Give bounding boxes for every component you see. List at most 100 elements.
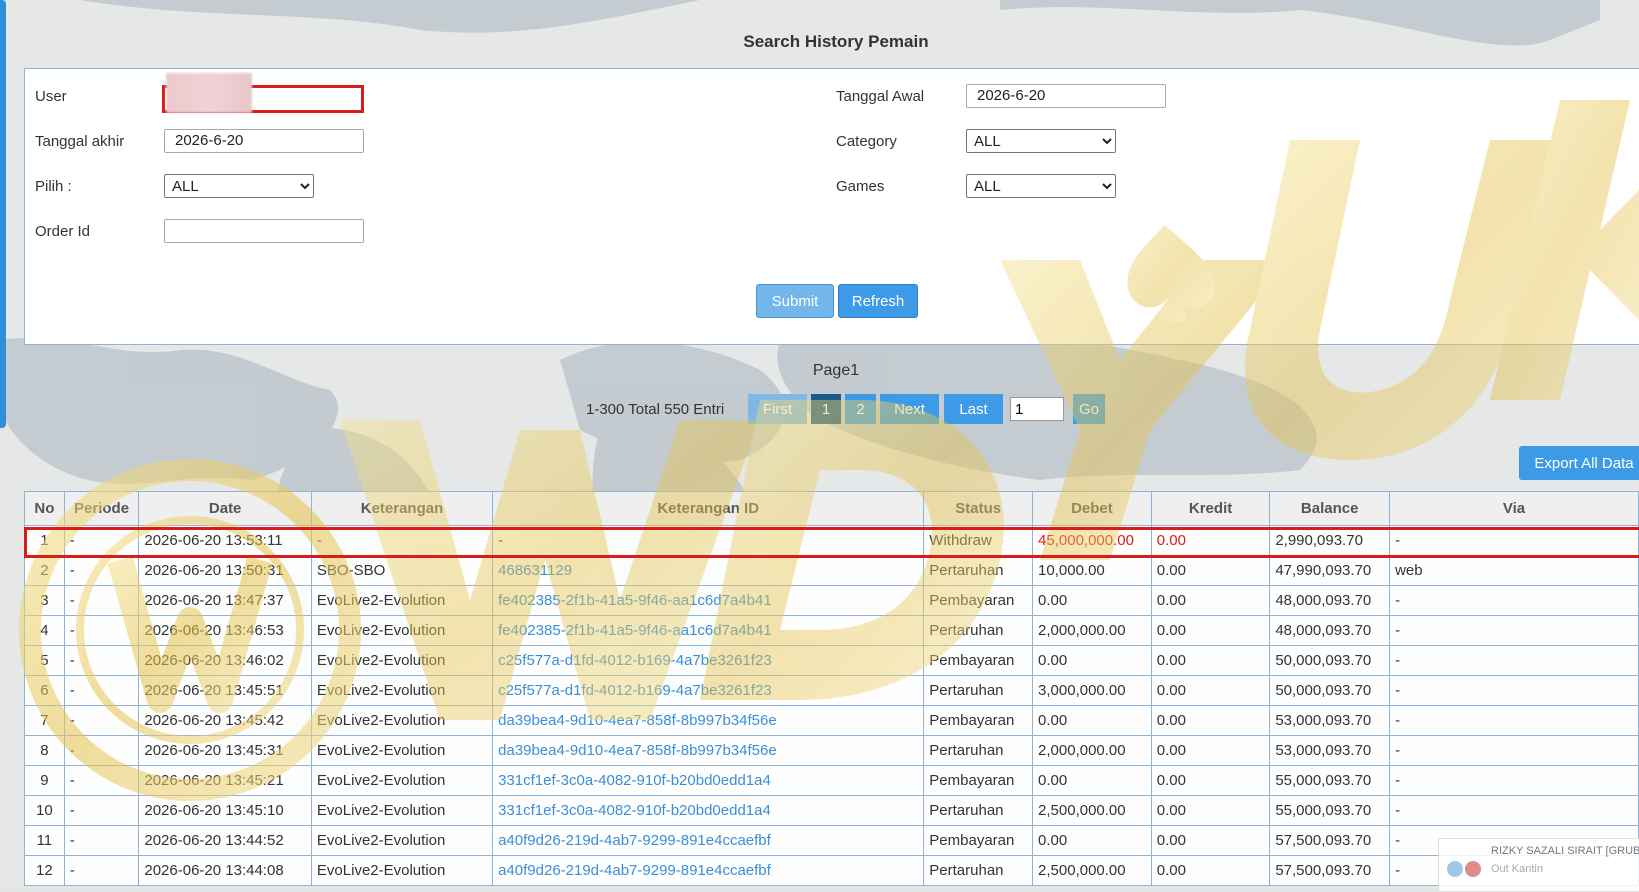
- cell-date: 2026-06-20 13:47:37: [138, 585, 312, 616]
- cell-date: 2026-06-20 13:45:10: [138, 795, 312, 826]
- cell-periode: -: [63, 615, 140, 646]
- cell-date: 2026-06-20 13:50:31: [138, 555, 312, 586]
- cell-keterangan: EvoLive2-Evolution: [310, 705, 494, 736]
- table-row: 7-2026-06-20 13:45:42 EvoLive2-Evolution d…: [24, 705, 1639, 736]
- cell-status: Pertaruhan: [923, 735, 1034, 766]
- left-edge-tab[interactable]: [0, 0, 6, 428]
- cell-status: Pertaruhan: [923, 555, 1034, 586]
- cell-no: 5: [24, 645, 65, 676]
- pager-total-info: 1-300 Total 550 Entri: [586, 401, 725, 418]
- cell-status: Pembayaran: [923, 645, 1034, 676]
- submit-button[interactable]: Submit: [756, 284, 834, 318]
- cell-kredit: 0.00: [1150, 675, 1271, 706]
- cell-balance: 2,990,093.70: [1269, 525, 1391, 556]
- cell-debet: 0.00: [1032, 585, 1152, 616]
- cell-debet: 0.00: [1032, 825, 1152, 856]
- cell-kredit: 0.00: [1150, 735, 1271, 766]
- cell-periode: -: [63, 735, 140, 766]
- cell-keterangan: -: [310, 525, 494, 556]
- export-all-data-button[interactable]: Export All Data: [1519, 446, 1639, 480]
- cell-no: 9: [24, 765, 65, 796]
- cell-status: Pembayaran: [923, 585, 1034, 616]
- cell-via: -: [1389, 735, 1639, 766]
- category-select[interactable]: ALL: [966, 129, 1116, 153]
- pilih-select[interactable]: ALL: [164, 174, 314, 198]
- cell-keterangan-id[interactable]: 331cf1ef-3c0a-4082-910f-b20bd0edd1a4: [492, 765, 925, 796]
- column-header-kredit: Kredit: [1150, 491, 1271, 526]
- cell-keterangan: EvoLive2-Evolution: [310, 675, 494, 706]
- chat-notification[interactable]: RIZKY SAZALI SIRAIT [GRUB Out Kantin: [1438, 838, 1639, 892]
- table-row: 4-2026-06-20 13:46:53 EvoLive2-Evolution f…: [24, 615, 1639, 646]
- cell-no: 3: [24, 585, 65, 616]
- cell-keterangan-id[interactable]: c25f577a-d1fd-4012-b169-4a7be3261f23: [492, 645, 925, 676]
- cell-keterangan: EvoLive2-Evolution: [310, 855, 494, 886]
- games-select[interactable]: ALL: [966, 174, 1116, 198]
- cell-balance: 53,000,093.70: [1269, 705, 1391, 736]
- column-header-date: Date: [138, 491, 312, 526]
- cell-keterangan: EvoLive2-Evolution: [310, 735, 494, 766]
- pager-last-button[interactable]: Last: [944, 394, 1003, 424]
- table-row: 2-2026-06-20 13:50:31 SBO-SBO 468631129 Per…: [24, 555, 1639, 586]
- column-header-status: Status: [923, 491, 1034, 526]
- tanggal-akhir-input[interactable]: [164, 129, 364, 153]
- cell-via: -: [1389, 585, 1639, 616]
- cell-status: Pertaruhan: [923, 615, 1034, 646]
- cell-no: 8: [24, 735, 65, 766]
- cell-debet: 3,000,000.00: [1032, 675, 1152, 706]
- cell-keterangan-id[interactable]: fe402385-2f1b-41a5-9f46-aa1c6d7a4b41: [492, 585, 925, 616]
- cell-kredit: 0.00: [1150, 825, 1271, 856]
- cell-debet: 2,500,000.00: [1032, 855, 1152, 886]
- tanggal-awal-input[interactable]: [966, 84, 1166, 108]
- cell-kredit: 0.00: [1150, 855, 1271, 886]
- column-header-via: Via: [1389, 491, 1639, 526]
- cell-keterangan-id[interactable]: a40f9d26-219d-4ab7-9299-891e4ccaefbf: [492, 855, 925, 886]
- cell-keterangan-id[interactable]: 468631129: [492, 555, 925, 586]
- cell-via: -: [1389, 705, 1639, 736]
- cell-keterangan-id[interactable]: fe402385-2f1b-41a5-9f46-aa1c6d7a4b41: [492, 615, 925, 646]
- order-id-input[interactable]: [164, 219, 364, 243]
- pager-goto-input[interactable]: [1010, 397, 1064, 421]
- table-header-row: No Periode Date Keterangan Keterangan ID Stat…: [24, 491, 1639, 526]
- cell-keterangan: EvoLive2-Evolution: [310, 765, 494, 796]
- cell-status: Pertaruhan: [923, 675, 1034, 706]
- pager-page-1-button[interactable]: 1: [811, 394, 841, 424]
- cell-keterangan-id[interactable]: a40f9d26-219d-4ab7-9299-891e4ccaefbf: [492, 825, 925, 856]
- cell-keterangan: EvoLive2-Evolution: [310, 615, 494, 646]
- cell-date: 2026-06-20 13:45:42: [138, 705, 312, 736]
- pager-go-button[interactable]: Go: [1073, 394, 1105, 424]
- cell-keterangan: EvoLive2-Evolution: [310, 585, 494, 616]
- cell-no: 1: [24, 525, 65, 556]
- cell-debet: 0.00: [1032, 705, 1152, 736]
- cell-balance: 53,000,093.70: [1269, 735, 1391, 766]
- cell-debet: 0.00: [1032, 645, 1152, 676]
- cell-periode: -: [63, 645, 140, 676]
- cell-balance: 48,000,093.70: [1269, 615, 1391, 646]
- cell-via: -: [1389, 525, 1639, 556]
- cell-keterangan: EvoLive2-Evolution: [310, 825, 494, 856]
- notification-title: RIZKY SAZALI SIRAIT [GRUB: [1491, 845, 1639, 857]
- cell-no: 2: [24, 555, 65, 586]
- cell-date: 2026-06-20 13:45:21: [138, 765, 312, 796]
- cell-status: Withdraw: [923, 525, 1034, 556]
- cell-balance: 55,000,093.70: [1269, 795, 1391, 826]
- pager-page-2-button[interactable]: 2: [845, 394, 876, 424]
- user-label: User: [35, 88, 67, 105]
- cell-via: web: [1389, 555, 1639, 586]
- heart-icon: [1465, 861, 1481, 877]
- cell-keterangan-id[interactable]: 331cf1ef-3c0a-4082-910f-b20bd0edd1a4: [492, 795, 925, 826]
- pilih-label: Pilih :: [35, 178, 72, 195]
- cell-status: Pertaruhan: [923, 795, 1034, 826]
- cell-via: -: [1389, 765, 1639, 796]
- cell-keterangan-id[interactable]: c25f577a-d1fd-4012-b169-4a7be3261f23: [492, 675, 925, 706]
- category-label: Category: [836, 133, 897, 150]
- pager-first-button[interactable]: First: [748, 394, 807, 424]
- cell-kredit: 0.00: [1150, 525, 1271, 556]
- cell-no: 11: [24, 825, 65, 856]
- refresh-button[interactable]: Refresh: [838, 284, 918, 318]
- table-row: 9 - 2026-06-20 13:45:21 EvoLive2-Evolution 3…: [24, 765, 1639, 796]
- cell-status: Pembayaran: [923, 765, 1034, 796]
- cell-date: 2026-06-20 13:45:31: [138, 735, 312, 766]
- cell-keterangan-id[interactable]: da39bea4-9d10-4ea7-858f-8b997b34f56e: [492, 735, 925, 766]
- pager-next-button[interactable]: Next: [880, 394, 939, 424]
- cell-keterangan-id[interactable]: da39bea4-9d10-4ea7-858f-8b997b34f56e: [492, 705, 925, 736]
